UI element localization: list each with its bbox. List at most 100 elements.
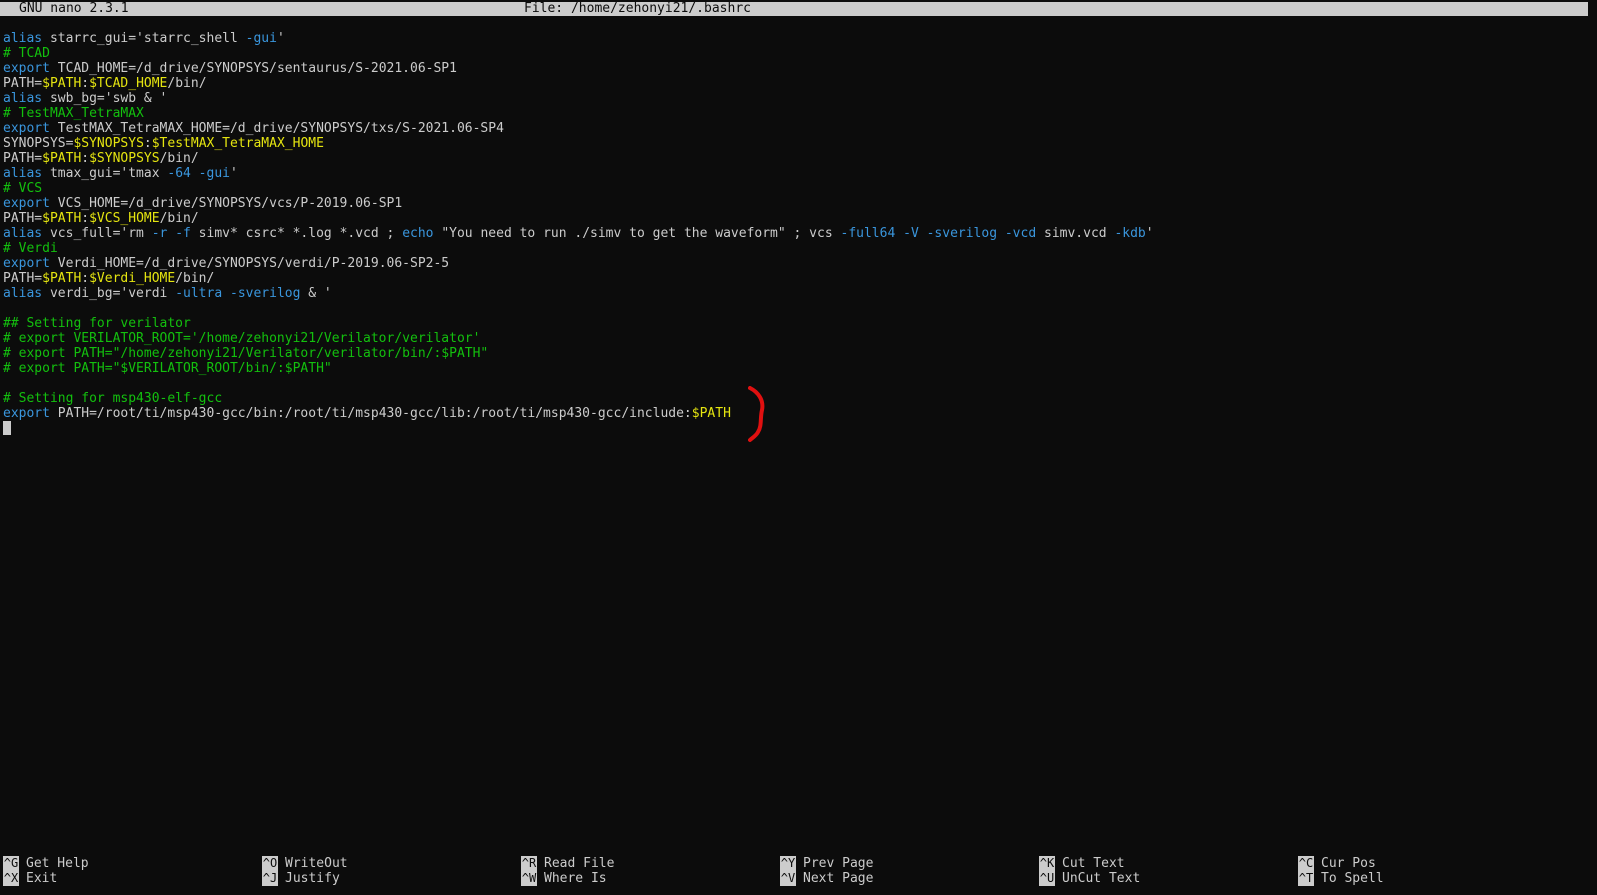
shortcut-where-is[interactable]: ^W Where Is bbox=[521, 871, 607, 886]
shortcut-label: WriteOut bbox=[285, 856, 348, 871]
code-token: ' bbox=[230, 166, 238, 181]
editor-line: # Verdi bbox=[3, 241, 1593, 256]
editor-line: export TCAD_HOME=/d_drive/SYNOPSYS/senta… bbox=[3, 61, 1593, 76]
code-token: # Verdi bbox=[3, 241, 58, 256]
shortcut-label: Prev Page bbox=[803, 856, 874, 871]
code-token: alias bbox=[3, 226, 43, 241]
code-token: # export PATH="$VERILATOR_ROOT/bin/:$PAT… bbox=[3, 361, 332, 376]
shortcut-key: ^W bbox=[521, 871, 537, 886]
editor-line: # Setting for msp430-elf-gcc bbox=[3, 391, 1593, 406]
code-token: vcs_full='rm bbox=[42, 226, 152, 241]
code-token: tmax_gui='tmax bbox=[42, 166, 168, 181]
code-token: : bbox=[81, 151, 90, 166]
code-token: alias bbox=[3, 31, 43, 46]
code-token: simv.vcd bbox=[1036, 226, 1115, 241]
code-token: $SYNOPSYS bbox=[89, 151, 160, 166]
shortcut-label: Read File bbox=[544, 856, 615, 871]
shortcut-prev-page[interactable]: ^Y Prev Page bbox=[780, 856, 873, 871]
editor-line: # export PATH="$VERILATOR_ROOT/bin/:$PAT… bbox=[3, 361, 1593, 376]
code-token: alias bbox=[3, 166, 43, 181]
code-token: Verdi_HOME=/d_drive/SYNOPSYS/verdi/P-201… bbox=[49, 256, 450, 271]
code-token: # Setting for msp430-elf-gcc bbox=[3, 391, 223, 406]
shortcut-label: Where Is bbox=[544, 871, 607, 886]
shortcut-exit[interactable]: ^X Exit bbox=[3, 871, 57, 886]
code-token: export bbox=[3, 406, 50, 421]
code-token: # TCAD bbox=[3, 46, 50, 61]
code-token: "You need to run ./simv to get the wavef… bbox=[433, 226, 841, 241]
code-token: # VCS bbox=[3, 181, 43, 196]
shortcut-writeout[interactable]: ^O WriteOut bbox=[262, 856, 348, 871]
code-token: -full64 -V -sverilog -vcd bbox=[840, 226, 1037, 241]
editor-line: alias swb_bg='swb & ' bbox=[3, 91, 1593, 106]
shortcut-to-spell[interactable]: ^T To Spell bbox=[1298, 871, 1384, 886]
shortcut-label: Cur Pos bbox=[1321, 856, 1376, 871]
code-token: export bbox=[3, 196, 50, 211]
code-token: VCS_HOME=/d_drive/SYNOPSYS/vcs/P-2019.06… bbox=[49, 196, 403, 211]
code-token: # TestMAX_TetraMAX bbox=[3, 106, 144, 121]
editor-line: export Verdi_HOME=/d_drive/SYNOPSYS/verd… bbox=[3, 256, 1593, 271]
shortcut-cut-text[interactable]: ^K Cut Text bbox=[1039, 856, 1125, 871]
code-token: $VCS_HOME bbox=[89, 211, 160, 226]
code-token: : bbox=[81, 271, 90, 286]
editor-text-area[interactable]: alias starrc_gui='starrc_shell -gui' # TC… bbox=[3, 31, 1593, 436]
shortcut-bar: ^G Get Help ^X Exit ^O WriteOut ^J Justify ^R Rea… bbox=[3, 856, 1593, 888]
red-bracket-annotation bbox=[748, 386, 765, 442]
code-token: PATH= bbox=[3, 76, 43, 91]
code-token: $TCAD_HOME bbox=[89, 76, 168, 91]
code-token: -ultra -sverilog bbox=[175, 286, 301, 301]
shortcut-get-help[interactable]: ^G Get Help bbox=[3, 856, 89, 871]
code-token: -kdb bbox=[1114, 226, 1146, 241]
editor-line: # TCAD bbox=[3, 46, 1593, 61]
editor-line: alias tmax_gui='tmax -64 -gui' bbox=[3, 166, 1593, 181]
code-token: /bin/ bbox=[175, 271, 215, 286]
code-token: ' bbox=[1145, 226, 1154, 241]
shortcut-label: Exit bbox=[26, 871, 58, 886]
code-token: SYNOPSYS= bbox=[3, 136, 74, 151]
code-token: : bbox=[143, 136, 152, 151]
editor-line: PATH=$PATH:$Verdi_HOME/bin/ bbox=[3, 271, 1593, 286]
editor-line: export PATH=/root/ti/msp430-gcc/bin:/roo… bbox=[3, 406, 1593, 421]
code-token: -r -f bbox=[151, 226, 191, 241]
shortcut-read-file[interactable]: ^R Read File bbox=[521, 856, 614, 871]
code-token: ' bbox=[276, 31, 285, 46]
editor-line: PATH=$PATH:$SYNOPSYS/bin/ bbox=[3, 151, 1593, 166]
shortcut-next-page[interactable]: ^V Next Page bbox=[780, 871, 873, 886]
shortcut-label: Get Help bbox=[26, 856, 89, 871]
code-token: /bin/ bbox=[167, 76, 207, 91]
text-cursor bbox=[3, 421, 11, 435]
shortcut-key: ^T bbox=[1298, 871, 1314, 886]
code-token: $TestMAX_TetraMAX_HOME bbox=[151, 136, 324, 151]
shortcut-label: Justify bbox=[285, 871, 340, 886]
code-token: simv* csrc* *.log *.vcd ; bbox=[190, 226, 403, 241]
editor-line: export VCS_HOME=/d_drive/SYNOPSYS/vcs/P-… bbox=[3, 196, 1593, 211]
code-token: PATH= bbox=[3, 151, 43, 166]
shortcut-cur-pos[interactable]: ^C Cur Pos bbox=[1298, 856, 1376, 871]
shortcut-justify[interactable]: ^J Justify bbox=[262, 871, 340, 886]
code-token: & ' bbox=[300, 286, 332, 301]
shortcut-key: ^C bbox=[1298, 856, 1314, 871]
code-token: swb_bg='swb & ' bbox=[42, 91, 168, 106]
shortcut-label: Cut Text bbox=[1062, 856, 1125, 871]
code-token: /bin/ bbox=[159, 151, 199, 166]
code-token: : bbox=[81, 76, 90, 91]
code-token: $PATH bbox=[42, 211, 82, 226]
code-token: /bin/ bbox=[159, 211, 199, 226]
shortcut-key: ^X bbox=[3, 871, 19, 886]
code-token: $PATH bbox=[42, 76, 82, 91]
shortcut-uncut-text[interactable]: ^U UnCut Text bbox=[1039, 871, 1140, 886]
editor-line: export TestMAX_TetraMAX_HOME=/d_drive/SY… bbox=[3, 121, 1593, 136]
shortcut-key: ^O bbox=[262, 856, 278, 871]
code-token: $PATH bbox=[42, 151, 82, 166]
editor-line: alias starrc_gui='starrc_shell -gui' bbox=[3, 31, 1593, 46]
editor-line: # export PATH="/home/zehonyi21/Verilator… bbox=[3, 346, 1593, 361]
code-token: verdi_bg='verdi bbox=[42, 286, 176, 301]
code-token: PATH=/root/ti/msp430-gcc/bin:/root/ti/ms… bbox=[49, 406, 692, 421]
code-token: export bbox=[3, 61, 50, 76]
code-token: echo bbox=[402, 226, 434, 241]
shortcut-label: Next Page bbox=[803, 871, 874, 886]
code-token: $Verdi_HOME bbox=[89, 271, 176, 286]
code-token: starrc_gui='starrc_shell bbox=[42, 31, 246, 46]
code-token: ## Setting for verilator bbox=[3, 316, 191, 331]
